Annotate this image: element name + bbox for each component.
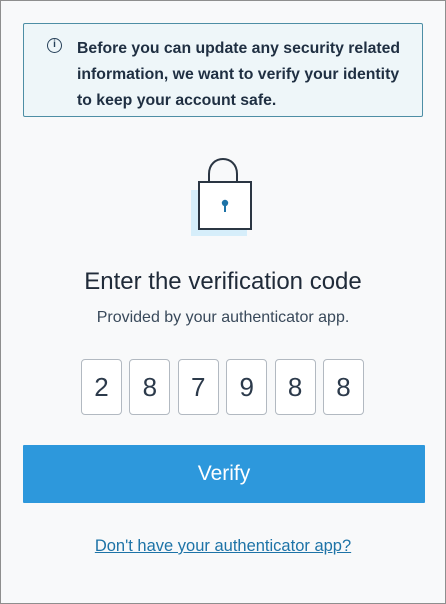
padlock-keyhole-slot [224,204,226,212]
code-digit-3[interactable]: 7 [177,359,219,415]
no-authenticator-app-link[interactable]: Don't have your authenticator app? [1,535,445,557]
page-title: Enter the verification code [84,268,362,295]
verify-button[interactable]: Verify [23,445,425,503]
padlock-illustration [191,158,252,236]
security-info-banner: i Before you can update any security rel… [23,23,423,117]
security-info-message: Before you can update any security relat… [77,40,401,109]
code-digit-1[interactable]: 2 [81,359,122,415]
page-subtitle: Provided by your authenticator app. [96,309,350,326]
info-icon: i [47,38,62,53]
code-digit-5[interactable]: 8 [274,359,316,415]
code-digit-6[interactable]: 8 [322,359,364,415]
verification-page: i Before you can update any security rel… [0,0,446,604]
verification-code-input: 2 8 7 9 8 8 [81,359,369,417]
code-digit-2[interactable]: 8 [129,359,171,415]
padlock-icon [189,152,255,238]
code-digit-4[interactable]: 9 [226,359,268,415]
